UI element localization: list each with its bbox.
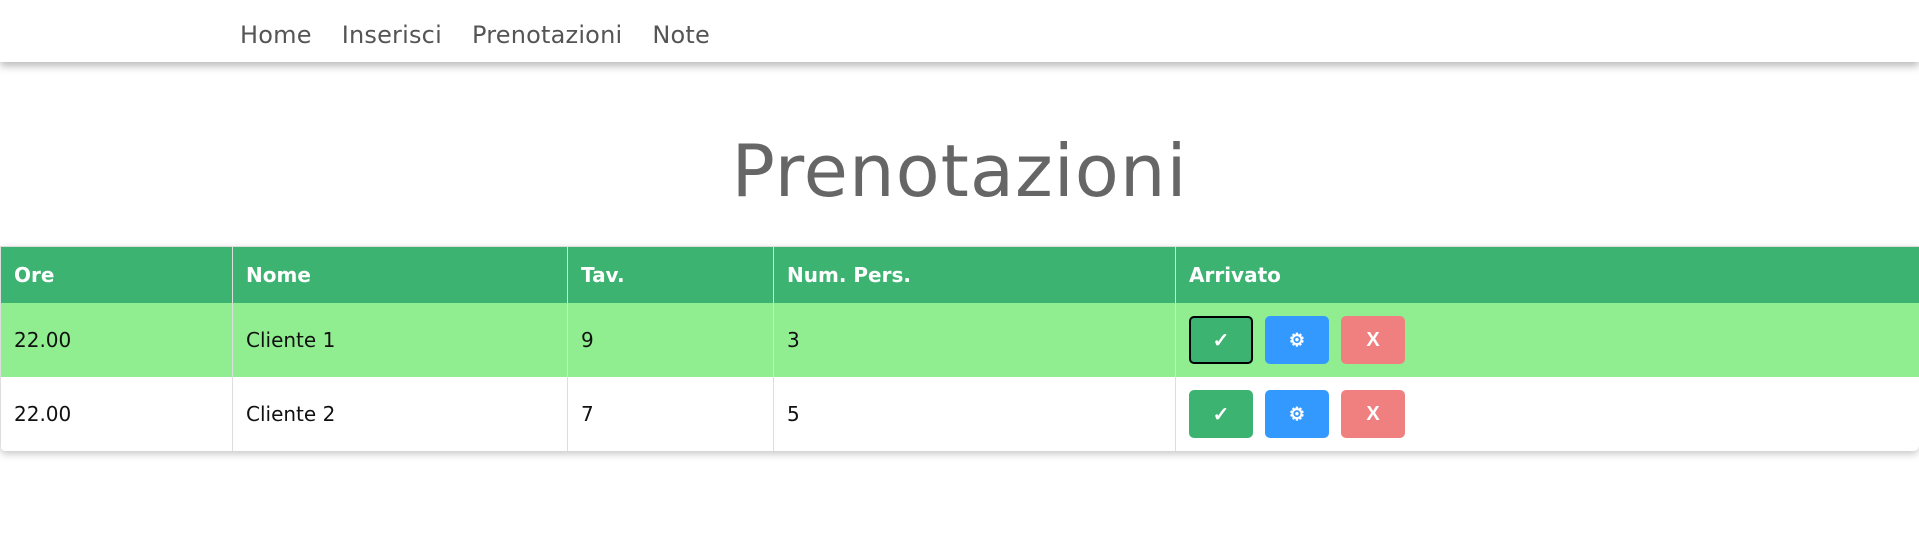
page-title: Prenotazioni bbox=[731, 129, 1188, 213]
close-icon: X bbox=[1366, 402, 1380, 425]
edit-button[interactable]: ⚙ bbox=[1265, 390, 1329, 438]
table-row: 22.00 Cliente 1 9 3 ✓ ⚙ X bbox=[0, 303, 1919, 377]
cell-ore: 22.00 bbox=[0, 303, 233, 377]
cell-actions: ✓ ⚙ X bbox=[1175, 303, 1919, 377]
column-header-tav: Tav. bbox=[567, 246, 774, 303]
cell-ore: 22.00 bbox=[0, 377, 233, 451]
confirm-arrival-button[interactable]: ✓ bbox=[1189, 390, 1253, 438]
table-header-row: Ore Nome Tav. Num. Pers. Arrivato bbox=[0, 246, 1919, 303]
cell-tav: 9 bbox=[567, 303, 774, 377]
column-header-num-pers: Num. Pers. bbox=[773, 246, 1176, 303]
reservations-table: Ore Nome Tav. Num. Pers. Arrivato 22.00 … bbox=[0, 246, 1919, 451]
gear-icon: ⚙ bbox=[1288, 329, 1306, 350]
edit-button[interactable]: ⚙ bbox=[1265, 316, 1329, 364]
cell-actions: ✓ ⚙ X bbox=[1175, 377, 1919, 451]
cell-nome: Cliente 2 bbox=[232, 377, 568, 451]
column-header-ore: Ore bbox=[0, 246, 233, 303]
navbar: Home Inserisci Prenotazioni Note bbox=[0, 0, 1919, 62]
cell-num-pers: 3 bbox=[773, 303, 1176, 377]
table-row: 22.00 Cliente 2 7 5 ✓ ⚙ X bbox=[0, 377, 1919, 451]
cell-nome: Cliente 1 bbox=[232, 303, 568, 377]
gear-icon: ⚙ bbox=[1288, 403, 1306, 424]
cell-tav: 7 bbox=[567, 377, 774, 451]
close-icon: X bbox=[1366, 328, 1380, 351]
nav-link-home[interactable]: Home bbox=[240, 19, 312, 51]
delete-button[interactable]: X bbox=[1341, 390, 1405, 438]
nav-link-inserisci[interactable]: Inserisci bbox=[342, 19, 442, 51]
check-icon: ✓ bbox=[1212, 403, 1230, 426]
nav-link-note[interactable]: Note bbox=[652, 19, 710, 51]
cell-num-pers: 5 bbox=[773, 377, 1176, 451]
nav-link-prenotazioni[interactable]: Prenotazioni bbox=[472, 19, 622, 51]
column-header-arrivato: Arrivato bbox=[1175, 246, 1919, 303]
column-header-nome: Nome bbox=[232, 246, 568, 303]
confirm-arrival-button[interactable]: ✓ bbox=[1189, 316, 1253, 364]
row-actions: ✓ ⚙ X bbox=[1189, 390, 1906, 438]
check-icon: ✓ bbox=[1212, 329, 1230, 352]
delete-button[interactable]: X bbox=[1341, 316, 1405, 364]
reservations-table-container: Ore Nome Tav. Num. Pers. Arrivato 22.00 … bbox=[0, 246, 1919, 451]
row-actions: ✓ ⚙ X bbox=[1189, 316, 1906, 364]
nav-links: Home Inserisci Prenotazioni Note bbox=[240, 19, 710, 51]
